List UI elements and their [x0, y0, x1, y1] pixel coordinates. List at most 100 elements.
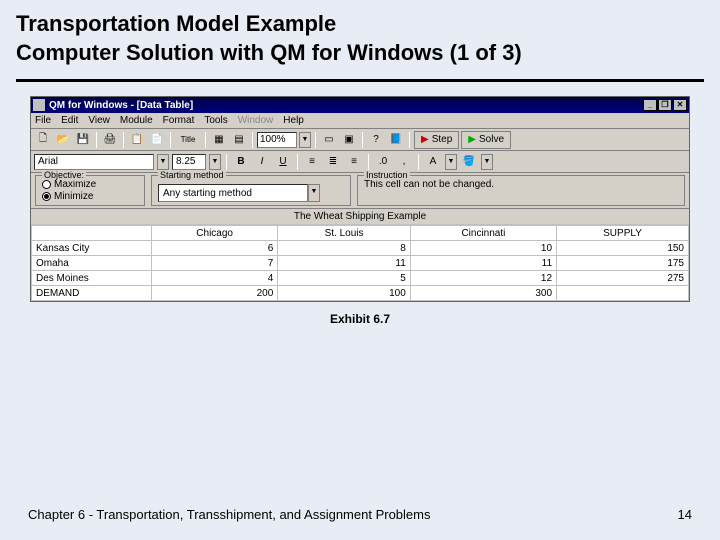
- footer-chapter: Chapter 6 - Transportation, Transshipmen…: [28, 507, 430, 522]
- menu-file[interactable]: File: [35, 115, 51, 126]
- font-color-icon[interactable]: A: [424, 153, 442, 171]
- data-cell[interactable]: 6: [152, 241, 278, 256]
- window-control-buttons: _ ❐ ✕: [643, 99, 687, 111]
- print-icon[interactable]: 🖨: [101, 131, 119, 149]
- step-button[interactable]: ▶ Step: [414, 131, 459, 149]
- data-cell[interactable]: 300: [410, 286, 556, 301]
- copy-icon[interactable]: 📋: [128, 131, 146, 149]
- row-header: DEMAND: [32, 286, 152, 301]
- row-header: Des Moines: [32, 271, 152, 286]
- fill-color-icon[interactable]: 🪣: [460, 153, 478, 171]
- main-toolbar: 🗋 📂 💾 🖨 📋 📄 Title ▦ ▤ 100% ▼ ▭ ▣ ? 📘 ▶ S…: [31, 129, 689, 151]
- menu-module[interactable]: Module: [120, 115, 153, 126]
- data-cell[interactable]: 5: [278, 271, 410, 286]
- grid2-icon[interactable]: ▤: [230, 131, 248, 149]
- comma-icon[interactable]: ,: [395, 153, 413, 171]
- fill-color-dropdown-icon[interactable]: ▼: [481, 154, 493, 170]
- title-line-2: Computer Solution with QM for Windows (1…: [16, 39, 704, 68]
- window-title: QM for Windows - [Data Table]: [49, 100, 193, 111]
- title-divider: [16, 79, 704, 82]
- titlebar: QM for Windows - [Data Table] _ ❐ ✕: [31, 97, 689, 113]
- minimize-button[interactable]: _: [643, 99, 657, 111]
- paste-icon[interactable]: 📄: [148, 131, 166, 149]
- menu-view[interactable]: View: [88, 115, 110, 126]
- menu-edit[interactable]: Edit: [61, 115, 78, 126]
- sheet-title: The Wheat Shipping Example: [31, 209, 689, 225]
- table-header-row: Chicago St. Louis Cincinnati SUPPLY: [32, 226, 689, 241]
- title-line-1: Transportation Model Example: [16, 10, 704, 39]
- zoom-input[interactable]: 100%: [257, 132, 297, 148]
- menu-format[interactable]: Format: [163, 115, 195, 126]
- data-cell[interactable]: 150: [557, 241, 689, 256]
- radio-selected-icon: [42, 192, 51, 201]
- instruction-label: Instruction: [364, 170, 410, 180]
- slide-footer: Chapter 6 - Transportation, Transshipmen…: [0, 507, 720, 522]
- data-cell[interactable]: 11: [410, 256, 556, 271]
- qm-window: QM for Windows - [Data Table] _ ❐ ✕ File…: [30, 96, 690, 302]
- data-cell[interactable]: 175: [557, 256, 689, 271]
- data-cell[interactable]: 275: [557, 271, 689, 286]
- slide-title: Transportation Model Example Computer So…: [0, 0, 720, 75]
- radio-icon: [42, 180, 51, 189]
- close-button[interactable]: ✕: [673, 99, 687, 111]
- grid1-icon[interactable]: ▦: [210, 131, 228, 149]
- objective-panel: Objective: Maximize Minimize: [35, 175, 145, 206]
- menu-window[interactable]: Window: [238, 115, 274, 126]
- zoom-dropdown-icon[interactable]: ▼: [299, 132, 311, 148]
- starting-method-select[interactable]: Any starting method: [158, 184, 308, 202]
- row-header: Kansas City: [32, 241, 152, 256]
- maximize-button[interactable]: ❐: [658, 99, 672, 111]
- spreadsheet: The Wheat Shipping Example Chicago St. L…: [31, 209, 689, 301]
- step-arrow-icon: ▶: [421, 134, 429, 145]
- decimal-zero-icon[interactable]: .0: [374, 153, 392, 171]
- bold-button[interactable]: B: [232, 153, 250, 171]
- data-cell[interactable]: 200: [152, 286, 278, 301]
- menu-tools[interactable]: Tools: [204, 115, 227, 126]
- font-size-dropdown-icon[interactable]: ▼: [209, 154, 221, 170]
- data-cell[interactable]: 4: [152, 271, 278, 286]
- data-cell[interactable]: 100: [278, 286, 410, 301]
- font-color-dropdown-icon[interactable]: ▼: [445, 154, 457, 170]
- data-cell[interactable]: [557, 286, 689, 301]
- new-icon[interactable]: 🗋: [34, 131, 52, 149]
- data-cell[interactable]: 8: [278, 241, 410, 256]
- starting-dropdown-icon[interactable]: ▼: [308, 184, 320, 202]
- data-cell[interactable]: 11: [278, 256, 410, 271]
- config-bar: Objective: Maximize Minimize Starting me…: [31, 173, 689, 209]
- solve-button[interactable]: ▶ Solve: [461, 131, 511, 149]
- col-chicago: Chicago: [152, 226, 278, 241]
- menu-help[interactable]: Help: [283, 115, 304, 126]
- italic-button[interactable]: I: [253, 153, 271, 171]
- font-name-dropdown-icon[interactable]: ▼: [157, 154, 169, 170]
- data-cell[interactable]: 7: [152, 256, 278, 271]
- module-help-icon[interactable]: 📘: [387, 131, 405, 149]
- col-cincinnati: Cincinnati: [410, 226, 556, 241]
- minimize-option[interactable]: Minimize: [42, 190, 138, 202]
- align-left-icon[interactable]: ≡: [303, 153, 321, 171]
- starting-method-label: Starting method: [158, 170, 226, 180]
- align-center-icon[interactable]: ≣: [324, 153, 342, 171]
- title-icon[interactable]: Title: [175, 131, 201, 149]
- data-table: Chicago St. Louis Cincinnati SUPPLY Kans…: [31, 225, 689, 301]
- table-row: Omaha71111175: [32, 256, 689, 271]
- col-blank: [32, 226, 152, 241]
- align-right-icon[interactable]: ≡: [345, 153, 363, 171]
- instruction-panel: Instruction This cell can not be changed…: [357, 175, 685, 206]
- row-header: Omaha: [32, 256, 152, 271]
- font-name-input[interactable]: Arial: [34, 154, 154, 170]
- data-cell[interactable]: 10: [410, 241, 556, 256]
- save-icon[interactable]: 💾: [74, 131, 92, 149]
- underline-button[interactable]: U: [274, 153, 292, 171]
- table-row: Des Moines4512275: [32, 271, 689, 286]
- layout1-icon[interactable]: ▭: [320, 131, 338, 149]
- layout2-icon[interactable]: ▣: [340, 131, 358, 149]
- col-supply: SUPPLY: [557, 226, 689, 241]
- footer-page-number: 14: [678, 507, 692, 522]
- open-icon[interactable]: 📂: [54, 131, 72, 149]
- menubar: File Edit View Module Format Tools Windo…: [31, 113, 689, 129]
- help-icon[interactable]: ?: [367, 131, 385, 149]
- instruction-text: This cell can not be changed.: [364, 178, 678, 191]
- starting-method-panel: Starting method Any starting method ▼: [151, 175, 351, 206]
- data-cell[interactable]: 12: [410, 271, 556, 286]
- font-size-input[interactable]: 8.25: [172, 154, 206, 170]
